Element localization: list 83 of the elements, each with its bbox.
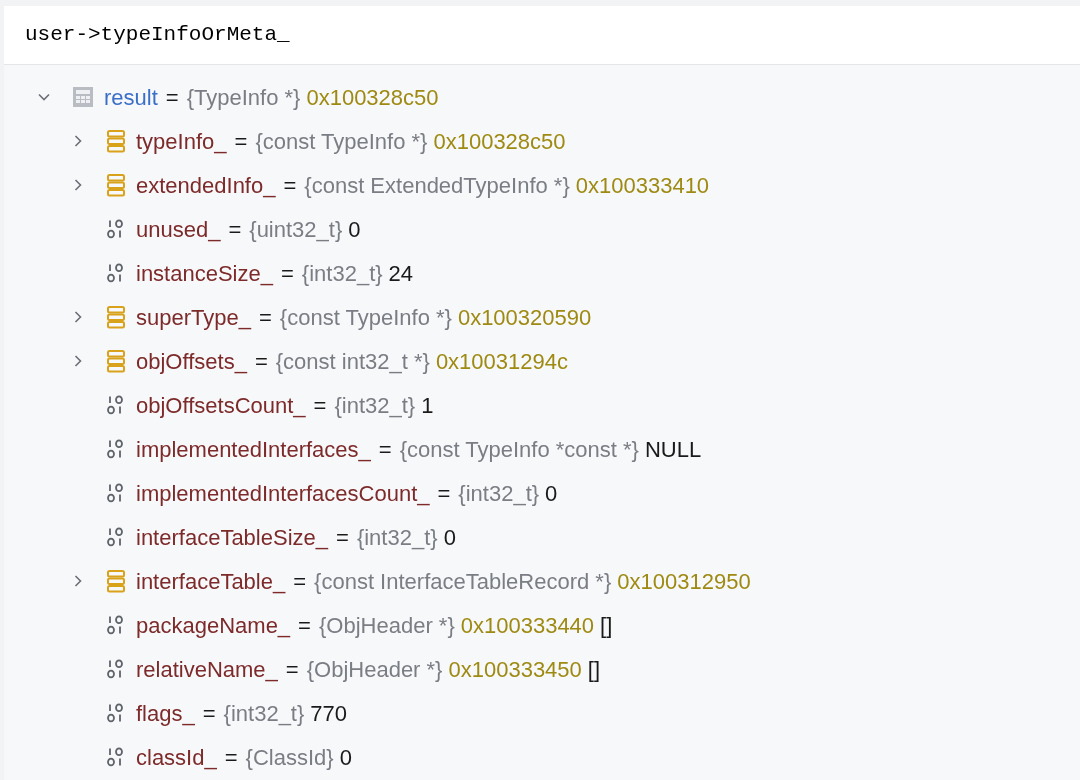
binary-icon [106, 394, 126, 416]
array-brackets: [] [600, 611, 613, 640]
binary-icon [106, 262, 126, 284]
variable-name: objOffsets_ [136, 347, 247, 376]
variable-name: classId_ [136, 743, 217, 772]
variable-name: implementedInterfacesCount_ [136, 479, 430, 508]
equals-sign: = [165, 83, 179, 112]
equals-sign: = [378, 435, 392, 464]
binary-icon [106, 614, 126, 636]
value-text: 0x100333450 [448, 655, 582, 684]
type-label: {TypeInfo *} [186, 83, 301, 112]
variable-name: relativeName_ [136, 655, 278, 684]
equals-sign: = [298, 611, 311, 640]
expression-field[interactable]: user->typeInfoOrMeta_ [4, 6, 1080, 65]
value-text: 0x100328c50 [306, 83, 439, 112]
value-text: 0x100320590 [457, 303, 592, 332]
type-label: {const TypeInfo *const *} [399, 435, 639, 464]
value-text: 24 [388, 259, 414, 288]
binary-icon [106, 438, 126, 460]
variable-name: objOffsetsCount_ [136, 391, 306, 420]
equals-sign: = [254, 347, 268, 376]
type-label: {ObjHeader *} [306, 655, 443, 684]
value-text: 770 [310, 699, 348, 728]
stack-icon [106, 305, 126, 329]
equals-sign: = [437, 479, 451, 508]
equals-sign: = [293, 567, 307, 596]
type-label: {int32_t} [301, 259, 383, 288]
array-brackets: [] [587, 655, 601, 684]
binary-icon [106, 482, 126, 504]
table-icon [72, 86, 94, 108]
type-label: {const TypeInfo *} [279, 303, 452, 332]
value-text: 0x10031294c [435, 347, 568, 376]
variable-name: interfaceTableSize_ [136, 523, 328, 552]
equals-sign: = [336, 523, 349, 552]
variable-name: unused_ [136, 215, 221, 244]
variable-name: implementedInterfaces_ [136, 435, 371, 464]
type-label: {ClassId} [245, 743, 334, 772]
equals-sign: = [283, 171, 297, 200]
value-text: 0x100333440 [460, 611, 595, 640]
stack-icon [106, 569, 126, 593]
type-label: {uint32_t} [249, 215, 343, 244]
equals-sign: = [258, 303, 272, 332]
variable-name: flags_ [136, 699, 195, 728]
value-text: 0 [545, 479, 558, 508]
equals-sign: = [285, 655, 299, 684]
value-text: 0x100312950 [617, 567, 751, 596]
value-text: 0 [339, 743, 352, 772]
equals-sign: = [228, 215, 242, 244]
type-label: {ObjHeader *} [318, 611, 455, 640]
binary-icon [106, 746, 126, 768]
value-text: 0x100328c50 [433, 127, 566, 156]
variable-name: extendedInfo_ [136, 171, 276, 200]
value-text: 0 [348, 215, 361, 244]
type-label: {int32_t} [223, 699, 305, 728]
stack-icon [106, 349, 126, 373]
stack-icon [106, 173, 126, 197]
type-label: {int32_t} [356, 523, 438, 552]
type-label: {const TypeInfo *} [255, 127, 428, 156]
binary-icon [106, 218, 126, 240]
variable-name: packageName_ [136, 611, 291, 640]
value-text: NULL [645, 435, 702, 464]
equals-sign: = [202, 699, 216, 728]
variable-name: result [104, 83, 158, 112]
equals-sign: = [234, 127, 248, 156]
variable-name: instanceSize_ [136, 259, 273, 288]
stack-icon [106, 129, 126, 153]
binary-icon [106, 658, 126, 680]
equals-sign: = [281, 259, 294, 288]
value-text: 0 [443, 523, 456, 552]
variable-name: superType_ [136, 303, 251, 332]
type-label: {int32_t} [458, 479, 540, 508]
type-label: {const int32_t *} [275, 347, 430, 376]
equals-sign: = [224, 743, 238, 772]
type-label: {int32_t} [334, 391, 416, 420]
type-label: {const InterfaceTableRecord *} [314, 567, 612, 596]
variable-name: interfaceTable_ [136, 567, 286, 596]
type-label: {const ExtendedTypeInfo *} [304, 171, 570, 200]
equals-sign: = [313, 391, 327, 420]
value-text: 0x100333410 [575, 171, 710, 200]
value-text: 1 [421, 391, 434, 420]
binary-icon [106, 526, 126, 548]
binary-icon [106, 702, 126, 724]
variable-name: typeInfo_ [136, 127, 227, 156]
